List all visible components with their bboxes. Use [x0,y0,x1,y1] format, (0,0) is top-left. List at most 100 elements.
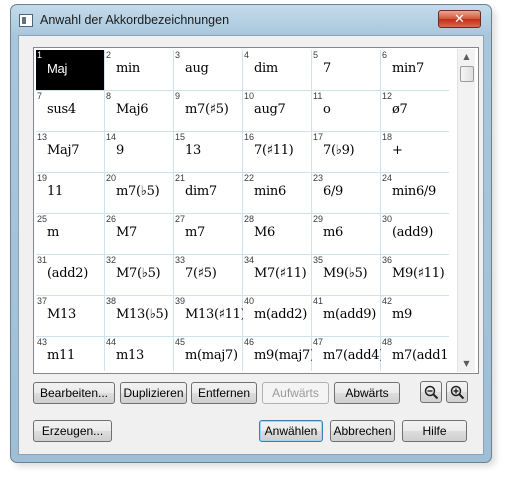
chord-number: 20 [106,173,117,183]
chord-cell[interactable]: 15 13 [174,132,243,173]
title-bar[interactable]: Anwahl der Akkordbezeichnungen ✕ [11,5,491,35]
select-button[interactable]: Anwählen [259,420,323,442]
chord-cell[interactable]: 39 M13(♯11) [174,296,246,337]
remove-button[interactable]: Entfernen [191,382,257,404]
chord-cell[interactable]: 18 + [381,132,449,173]
chord-cell[interactable]: 11 o [312,91,381,132]
chord-cell[interactable]: 7 sus4 [36,91,105,132]
chord-cell[interactable]: 44 m13 [105,337,174,371]
chord-number: 23 [313,173,324,183]
chord-number: 35 [313,255,324,265]
chord-cell[interactable]: 37 M13 [36,296,105,337]
scroll-thumb[interactable] [460,66,474,82]
chord-number: 42 [382,296,393,306]
chord-number: 7 [37,91,43,101]
chord-symbol: o [323,102,331,117]
cancel-button[interactable]: Abbrechen [330,420,395,442]
chord-cell[interactable]: 19 11 [36,173,105,214]
chord-number: 44 [106,337,117,347]
chord-cell[interactable]: 35 M9(♭5) [312,255,381,296]
chord-number: 18 [382,132,393,142]
chord-cell[interactable]: 46 m9(maj7) [243,337,315,371]
chord-cell[interactable]: 12 ø7 [381,91,449,132]
chord-cell[interactable]: 8 Maj6 [105,91,174,132]
create-button[interactable]: Erzeugen... [33,420,112,442]
chord-cell[interactable]: 32 M7(♭5) [105,255,174,296]
chord-symbol: M9(♭5) [323,266,368,281]
chord-cell[interactable]: 3 aug [174,50,243,91]
chord-cell[interactable]: 47 m7(add4) [312,337,385,371]
chord-symbol: m7(♯5) [185,102,229,117]
chord-cell[interactable]: 57 [312,50,381,91]
chord-cell[interactable]: 48m7(add11) [381,337,449,371]
chord-cell[interactable]: 41 m(add9) [312,296,381,337]
chord-number: 5 [313,50,319,60]
chord-number: 29 [313,214,324,224]
chord-cell[interactable]: 23 6/9 [312,173,381,214]
help-button[interactable]: Hilfe [402,420,467,442]
chord-number: 6 [382,50,388,60]
chord-symbol: m7(♭5) [116,184,160,199]
chord-symbol: sus4 [47,102,76,117]
chord-cell[interactable]: 6 min7 [381,50,449,91]
chord-number: 27 [175,214,186,224]
chord-cell[interactable]: 16 7(♯11) [243,132,312,173]
chord-symbol: min7 [392,61,424,76]
chord-cell[interactable]: 17 7(♭9) [312,132,381,173]
zoom-out-button[interactable] [420,381,442,403]
chord-cell[interactable]: 1 Maj [36,50,105,91]
chord-number: 19 [37,173,48,183]
close-button[interactable]: ✕ [438,10,481,28]
chord-cell[interactable]: 30 (add9) [381,214,449,255]
chord-cell[interactable]: 40 m(add2) [243,296,312,337]
chord-cell[interactable]: 33 7(♯5) [174,255,243,296]
zoom-in-button[interactable] [446,381,468,403]
chord-cell[interactable]: 21 dim7 [174,173,243,214]
chord-number: 15 [175,132,186,142]
chord-cell[interactable]: 42 m9 [381,296,449,337]
chord-symbol: M13 [47,307,76,322]
chord-cell[interactable]: 10 aug7 [243,91,312,132]
chord-symbol: ø7 [392,102,408,117]
edit-button[interactable]: Bearbeiten... [33,382,115,404]
chord-symbol: Maj [47,61,68,76]
chord-symbol: m13 [116,348,144,363]
chord-cell[interactable]: 24 min6/9 [381,173,449,214]
chord-cell[interactable]: 22 min6 [243,173,312,214]
move-up-button[interactable]: Aufwärts [262,382,329,404]
chord-number: 1 [37,50,43,60]
zoom-out-icon [424,385,439,400]
chord-cell[interactable]: 2 min [105,50,174,91]
chord-cell[interactable]: 13 Maj7 [36,132,105,173]
chord-number: 43 [37,337,48,347]
scroll-down-icon[interactable]: ▼ [458,356,475,372]
chord-cell[interactable]: 27 m7 [174,214,243,255]
chord-cell[interactable]: 9 m7(♯5) [174,91,243,132]
chord-cell[interactable]: 20 m7(♭5) [105,173,174,214]
chord-cell[interactable]: 28 M6 [243,214,312,255]
chord-symbol: m7(add4) [323,348,385,363]
chord-cell[interactable]: 31 (add2) [36,255,105,296]
scroll-up-icon[interactable]: ▲ [458,49,475,65]
chord-number: 12 [382,91,393,101]
chord-cell[interactable]: 26 M7 [105,214,174,255]
chord-number: 48 [382,337,393,347]
chord-number: 4 [244,50,250,60]
chord-cell[interactable]: 25 m [36,214,105,255]
chord-cell[interactable]: 38 M13(♭5) [105,296,174,337]
vertical-scrollbar[interactable]: ▲ ▼ [457,49,475,372]
chord-cell[interactable]: 45 m(maj7) [174,337,243,371]
chord-cell[interactable]: 34 M7(♯11) [243,255,312,296]
chord-symbol: M9(♯11) [392,266,445,281]
chord-number: 45 [175,337,186,347]
move-down-button[interactable]: Abwärts [334,382,400,404]
chord-cell[interactable]: 4 dim [243,50,312,91]
chord-cell[interactable]: 29 m6 [312,214,381,255]
duplicate-button[interactable]: Duplizieren [120,382,187,404]
chord-number: 3 [175,50,181,60]
chord-cell[interactable]: 43 m11 [36,337,105,371]
chord-cell[interactable]: 36 M9(♯11) [381,255,449,296]
chord-symbol: 11 [47,184,63,199]
chord-cell[interactable]: 14 9 [105,132,174,173]
chord-number: 8 [106,91,112,101]
